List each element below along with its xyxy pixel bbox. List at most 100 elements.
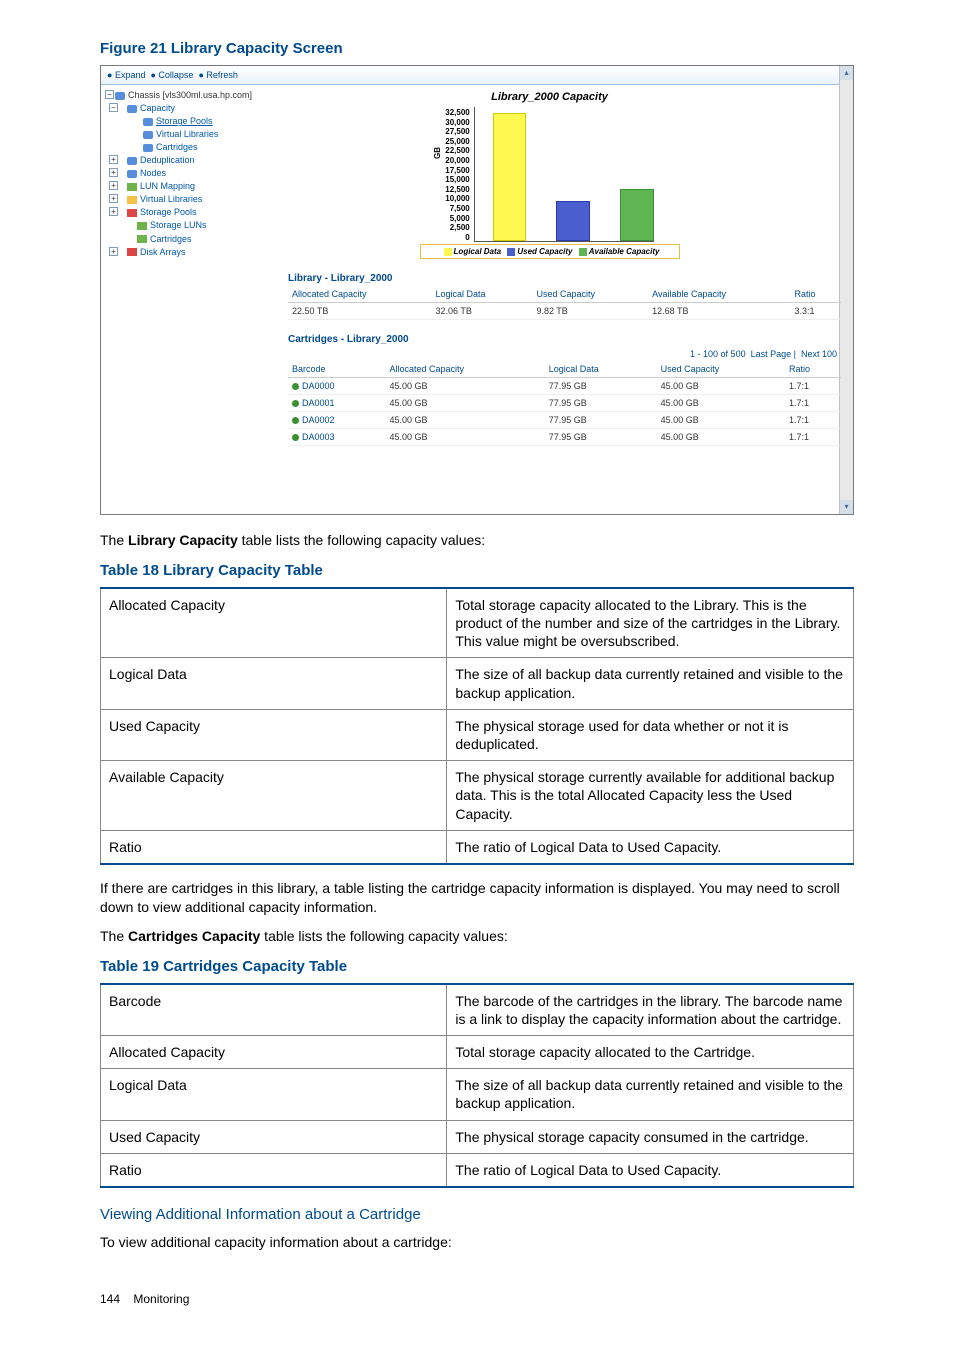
table-row: 22.50 TB 32.06 TB 9.82 TB 12.68 TB 3.3:1 xyxy=(288,303,841,320)
lib-icon xyxy=(127,196,137,204)
section-subheading: Viewing Additional Information about a C… xyxy=(100,1206,854,1223)
table-19-caption: Table 19 Cartridges Capacity Table xyxy=(100,958,854,975)
cartridges-section-header: Cartridges - Library_2000 xyxy=(288,334,841,345)
table-row: Allocated CapacityTotal storage capacity… xyxy=(101,1036,854,1069)
legend-swatch-icon xyxy=(507,248,515,256)
tree-virtual-libraries2[interactable]: +Virtual Libraries xyxy=(105,193,242,206)
table-row: Used CapacityThe physical storage capaci… xyxy=(101,1120,854,1153)
tree-disk-arrays[interactable]: +Disk Arrays xyxy=(105,246,242,259)
expand-icon[interactable]: + xyxy=(109,194,118,203)
col-logical: Logical Data xyxy=(432,286,533,303)
library-section-header: Library - Library_2000 xyxy=(288,273,841,284)
pager-next-link[interactable]: Next 100 xyxy=(801,349,837,359)
bar-logical-data xyxy=(493,113,527,241)
library-table: Allocated Capacity Logical Data Used Cap… xyxy=(288,286,841,320)
tree-capacity[interactable]: −Capacity xyxy=(105,102,242,115)
status-ok-icon xyxy=(292,400,299,407)
scroll-up-icon[interactable]: ▴ xyxy=(840,66,853,80)
col-used: Used Capacity xyxy=(657,361,785,378)
col-logical: Logical Data xyxy=(545,361,657,378)
body-text: If there are cartridges in this library,… xyxy=(100,879,854,917)
table-row: RatioThe ratio of Logical Data to Used C… xyxy=(101,1153,854,1187)
bar-used-capacity xyxy=(556,201,590,241)
col-ratio: Ratio xyxy=(785,361,841,378)
pager-range: 1 - 100 of 500 xyxy=(690,349,746,359)
body-text: The Cartridges Capacity table lists the … xyxy=(100,927,854,946)
chart: 32,50030,00027,50025,00022,50020,00017,5… xyxy=(258,107,841,242)
barcode-link[interactable]: DA0001 xyxy=(302,398,335,408)
dedup-icon xyxy=(127,157,137,165)
col-allocated: Allocated Capacity xyxy=(385,361,544,378)
chart-legend: Logical Data Used Capacity Available Cap… xyxy=(420,244,680,259)
tree-lun-mapping[interactable]: +LUN Mapping xyxy=(105,180,242,193)
legend-swatch-icon xyxy=(579,248,587,256)
table-18: Allocated CapacityTotal storage capacity… xyxy=(100,587,854,865)
collapse-icon[interactable]: − xyxy=(105,90,114,99)
table-row: BarcodeThe barcode of the cartridges in … xyxy=(101,984,854,1036)
legend-swatch-icon xyxy=(444,248,452,256)
screenshot-toolbar: ● Expand ● Collapse ● Refresh xyxy=(101,66,853,85)
nav-tree: −Chassis [vls300ml.usa.hp.com] −Capacity… xyxy=(101,85,246,513)
pool-icon xyxy=(127,209,137,217)
expand-icon[interactable]: + xyxy=(109,181,118,190)
col-available: Available Capacity xyxy=(648,286,790,303)
barcode-link[interactable]: DA0003 xyxy=(302,432,335,442)
chart-plot-area: GB xyxy=(474,107,654,242)
lun-icon xyxy=(137,222,147,230)
tree-storage-pools[interactable]: Storage Pools xyxy=(105,115,242,128)
expand-icon[interactable]: + xyxy=(109,168,118,177)
col-allocated: Allocated Capacity xyxy=(288,286,432,303)
chart-y-axis: 32,50030,00027,50025,00022,50020,00017,5… xyxy=(445,107,473,242)
tree-storage-luns[interactable]: Storage LUNs xyxy=(105,219,242,232)
footer-section: Monitoring xyxy=(133,1292,189,1306)
capacity-icon xyxy=(127,105,137,113)
tree-chassis[interactable]: −Chassis [vls300ml.usa.hp.com] xyxy=(105,89,242,102)
tree-storage-pools2[interactable]: +Storage Pools xyxy=(105,206,242,219)
expand-link[interactable]: ● Expand xyxy=(107,70,145,80)
pager: 1 - 100 of 500 Last Page | Next 100 xyxy=(258,349,837,359)
pool-icon xyxy=(143,118,153,126)
status-ok-icon xyxy=(292,383,299,390)
tree-cartridges[interactable]: Cartridges xyxy=(105,141,242,154)
lib-icon xyxy=(143,131,153,139)
table-row: Logical DataThe size of all backup data … xyxy=(101,1069,854,1120)
page-footer: 144 Monitoring xyxy=(100,1292,854,1306)
expand-icon[interactable]: + xyxy=(109,207,118,216)
table-row: Allocated CapacityTotal storage capacity… xyxy=(101,588,854,658)
server-icon xyxy=(115,92,125,100)
refresh-link[interactable]: ● Refresh xyxy=(198,70,237,80)
expand-icon[interactable]: + xyxy=(109,155,118,164)
table-row: Logical DataThe size of all backup data … xyxy=(101,658,854,709)
cartridges-table: Barcode Allocated Capacity Logical Data … xyxy=(288,361,841,446)
disk-icon xyxy=(127,248,137,256)
pager-last-link[interactable]: Last Page xyxy=(751,349,792,359)
collapse-link[interactable]: ● Collapse xyxy=(150,70,193,80)
table-row: DA000345.00 GB77.95 GB45.00 GB1.7:1 xyxy=(288,429,841,446)
table-row: Used CapacityThe physical storage used f… xyxy=(101,709,854,760)
table-19: BarcodeThe barcode of the cartridges in … xyxy=(100,983,854,1188)
tree-deduplication[interactable]: +Deduplication xyxy=(105,154,242,167)
expand-icon[interactable]: + xyxy=(109,247,118,256)
body-text: To view additional capacity information … xyxy=(100,1233,854,1252)
barcode-link[interactable]: DA0002 xyxy=(302,415,335,425)
status-ok-icon xyxy=(292,434,299,441)
table-row: DA000145.00 GB77.95 GB45.00 GB1.7:1 xyxy=(288,395,841,412)
table-row: DA000045.00 GB77.95 GB45.00 GB1.7:1 xyxy=(288,378,841,395)
page-number: 144 xyxy=(100,1292,120,1306)
col-ratio: Ratio xyxy=(791,286,841,303)
tree-cartridges2[interactable]: Cartridges xyxy=(105,233,242,246)
bar-available-capacity xyxy=(620,189,654,241)
col-used: Used Capacity xyxy=(532,286,648,303)
tree-virtual-libraries[interactable]: Virtual Libraries xyxy=(105,128,242,141)
chart-title: Library_2000 Capacity xyxy=(258,91,841,103)
table-row: RatioThe ratio of Logical Data to Used C… xyxy=(101,830,854,864)
tree-nodes[interactable]: +Nodes xyxy=(105,167,242,180)
table-row: Available CapacityThe physical storage c… xyxy=(101,761,854,831)
figure-caption: Figure 21 Library Capacity Screen xyxy=(100,40,854,57)
barcode-link[interactable]: DA0000 xyxy=(302,381,335,391)
col-barcode: Barcode xyxy=(288,361,385,378)
body-text: The Library Capacity table lists the fol… xyxy=(100,531,854,550)
collapse-icon[interactable]: − xyxy=(109,103,118,112)
nodes-icon xyxy=(127,170,137,178)
chart-y-label: GB xyxy=(433,139,442,159)
